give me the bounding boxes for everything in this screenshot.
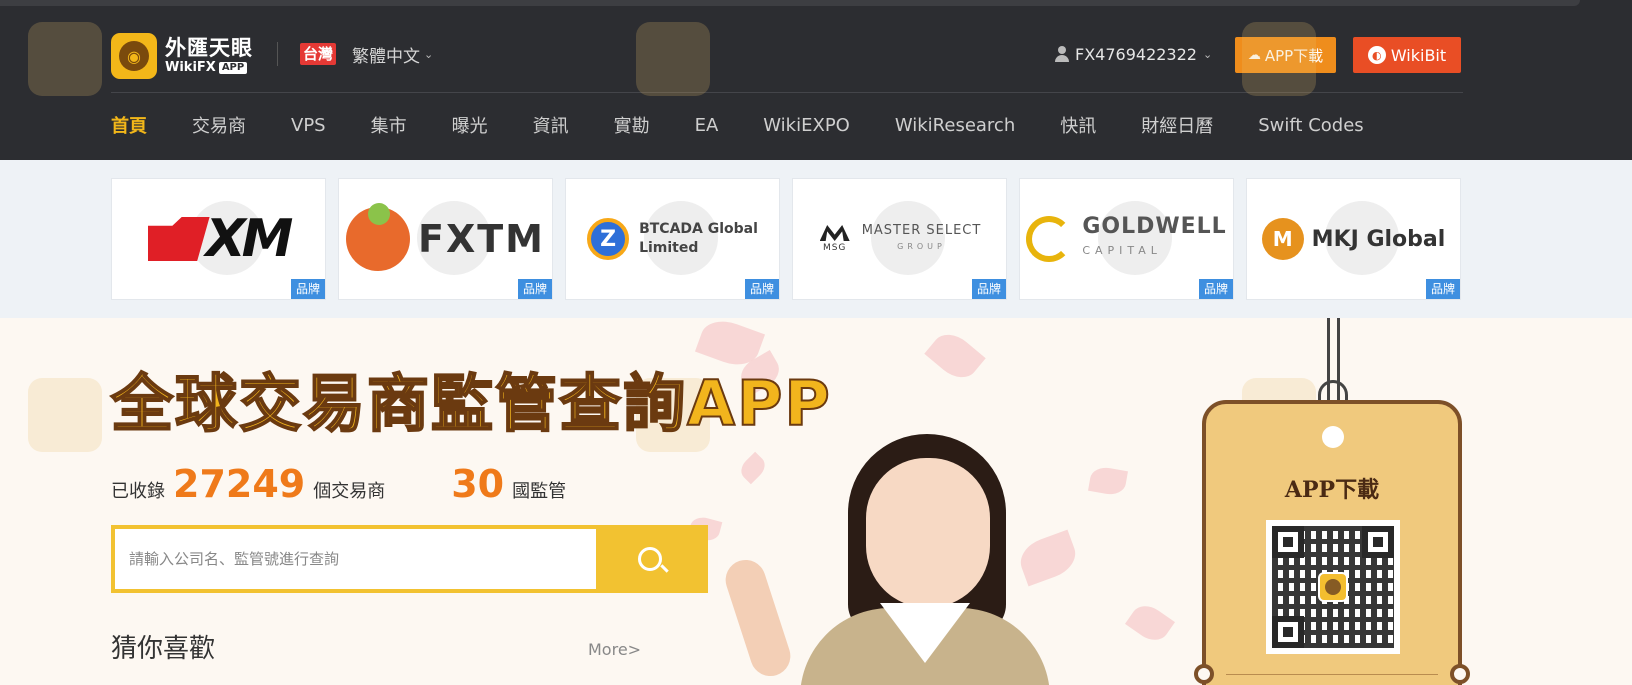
logo-en-text: WikiFX bbox=[165, 60, 216, 75]
user-account: FX4769422322 bbox=[1075, 44, 1197, 64]
nav-item-wikiexpo[interactable]: WikiEXPO bbox=[763, 115, 850, 136]
main-nav: 首頁 交易商 VPS 集市 曝光 資訊 實勘 EA WikiEXPO WikiR… bbox=[111, 110, 1409, 140]
watermark-icon bbox=[1242, 22, 1316, 96]
wikibit-label: WikiBit bbox=[1390, 45, 1447, 65]
watermark-icon bbox=[28, 378, 102, 452]
brand-card-mkj[interactable]: M MKJ Global 品牌 bbox=[1246, 178, 1461, 300]
fxtm-mark-icon bbox=[346, 203, 410, 271]
nav-item-exposure[interactable]: 曝光 bbox=[452, 112, 488, 138]
petal-decoration bbox=[1088, 465, 1128, 497]
xm-mark-icon bbox=[147, 217, 210, 261]
brand-tag: 品牌 bbox=[1198, 279, 1233, 299]
brand-tag: 品牌 bbox=[1425, 279, 1460, 299]
brand-tag: 品牌 bbox=[744, 279, 779, 299]
nav-item-market[interactable]: 集市 bbox=[371, 112, 407, 138]
nav-item-home[interactable]: 首頁 bbox=[111, 112, 147, 138]
nav-item-vps[interactable]: VPS bbox=[291, 115, 326, 136]
petal-decoration bbox=[1125, 599, 1175, 647]
nav-item-flash[interactable]: 快訊 bbox=[1060, 112, 1096, 138]
search-bar bbox=[111, 525, 708, 593]
nav-item-brokers[interactable]: 交易商 bbox=[192, 112, 246, 138]
nav-item-news[interactable]: 資訊 bbox=[533, 112, 569, 138]
btcada-mark-icon: Z bbox=[587, 218, 630, 260]
watermark-icon bbox=[636, 22, 710, 96]
msg-mark-icon bbox=[819, 225, 850, 241]
wikifx-logo-icon: ◉ bbox=[111, 33, 157, 79]
app-download-card: APP下載 bbox=[1194, 400, 1470, 685]
regulator-count-label: 國監管 bbox=[512, 481, 567, 502]
mkj-mark-icon: M bbox=[1261, 218, 1304, 260]
language-dropdown[interactable]: 繁體中文 ⌄ bbox=[352, 42, 433, 67]
logo-app-tag: APP bbox=[218, 62, 248, 74]
horizontal-scrollbar[interactable] bbox=[0, 0, 1580, 6]
wikibit-icon: ◐ bbox=[1367, 46, 1386, 64]
brand-card-xm[interactable]: XM 品牌 bbox=[111, 178, 326, 300]
logo-separator bbox=[277, 42, 278, 66]
petal-decoration bbox=[1014, 529, 1082, 587]
nav-item-survey[interactable]: 實勘 bbox=[614, 112, 650, 138]
wikibit-button[interactable]: ◐ WikiBit bbox=[1353, 37, 1461, 73]
logo-cn-text: 外匯天眼 bbox=[165, 36, 253, 60]
regulator-count: 30 bbox=[451, 462, 505, 506]
brand-tag: 品牌 bbox=[290, 279, 325, 299]
recommend-title: 猜你喜歡 bbox=[111, 634, 216, 664]
chevron-down-icon: ⌄ bbox=[1202, 47, 1213, 61]
brand-card-msg[interactable]: MSG MASTER SELECT GROUP 品牌 bbox=[792, 178, 1007, 300]
wikifx-logo[interactable]: ◉ 外匯天眼 WikiFX APP bbox=[111, 33, 253, 79]
search-icon bbox=[638, 547, 662, 571]
brand-tag: 品牌 bbox=[971, 279, 1006, 299]
nav-item-wikiresearch[interactable]: WikiResearch bbox=[895, 115, 1015, 136]
region-selector[interactable]: 台灣 繁體中文 ⌄ bbox=[300, 42, 433, 67]
watermark-icon bbox=[28, 22, 102, 96]
app-card-title: APP下載 bbox=[1284, 477, 1380, 503]
stats-line: 已收錄 27249 個交易商 30 國監管 bbox=[111, 462, 566, 512]
petal-decoration bbox=[924, 326, 986, 386]
qr-logo-icon bbox=[1318, 572, 1348, 602]
nav-item-calendar[interactable]: 財經日曆 bbox=[1141, 112, 1213, 138]
chevron-down-icon: ⌄ bbox=[424, 47, 434, 61]
brand-card-fxtm[interactable]: FXTM 品牌 bbox=[338, 178, 553, 300]
brand-card-btcada[interactable]: Z BTCADA Global Limited 品牌 bbox=[565, 178, 780, 300]
user-menu[interactable]: FX4769422322 ⌄ bbox=[1055, 42, 1212, 66]
brand-tag: 品牌 bbox=[517, 279, 552, 299]
qr-code[interactable] bbox=[1266, 520, 1400, 654]
nav-item-swift-codes[interactable]: Swift Codes bbox=[1258, 115, 1363, 136]
region-flag[interactable]: 台灣 bbox=[300, 43, 337, 65]
language-label: 繁體中文 bbox=[352, 46, 421, 67]
petal-decoration bbox=[736, 451, 770, 485]
search-button[interactable] bbox=[596, 529, 704, 589]
nav-item-ea[interactable]: EA bbox=[695, 115, 719, 136]
user-icon bbox=[1055, 46, 1069, 62]
goldwell-mark-icon bbox=[1026, 216, 1073, 262]
more-link[interactable]: More> bbox=[588, 640, 641, 659]
hero-title: 全球交易商監管查詢APP bbox=[110, 367, 832, 441]
stats-prefix: 已收錄 bbox=[111, 481, 165, 502]
brand-card-goldwell[interactable]: GOLDWELL CAPITAL 品牌 bbox=[1019, 178, 1234, 300]
search-input[interactable] bbox=[115, 529, 596, 589]
broker-count-label: 個交易商 bbox=[313, 481, 386, 502]
broker-count: 27249 bbox=[173, 462, 306, 506]
